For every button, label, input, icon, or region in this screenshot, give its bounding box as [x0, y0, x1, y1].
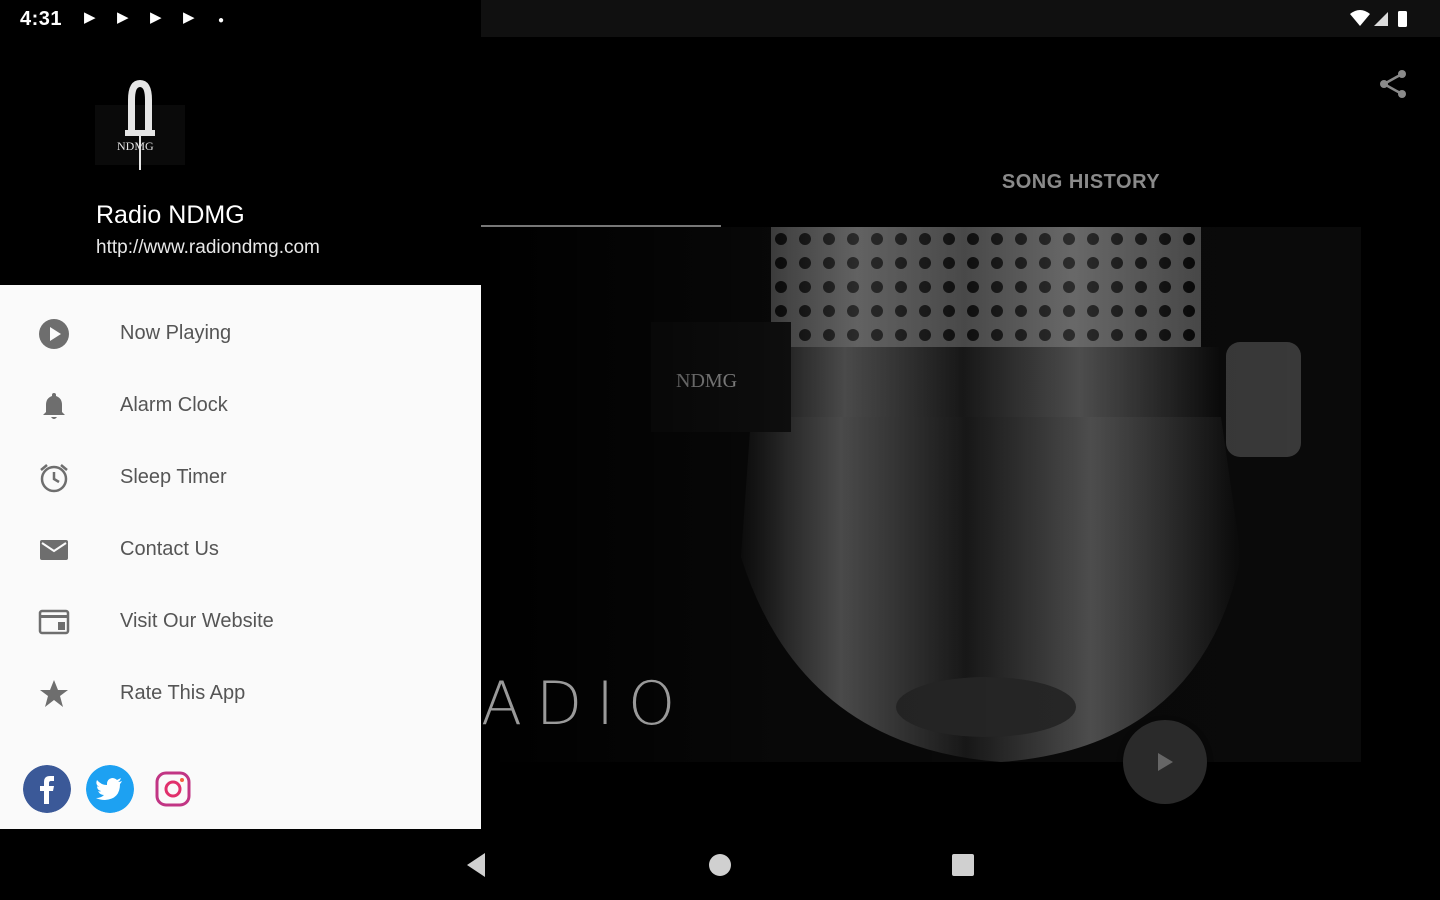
alarm-clock-icon	[40, 464, 68, 493]
play-notification-icon: ▶	[150, 9, 162, 26]
battery-icon	[1398, 11, 1407, 27]
bell-icon	[43, 393, 65, 419]
status-time: 4:31	[20, 8, 63, 30]
station-logo: NDMG	[95, 80, 185, 170]
recents-icon[interactable]	[950, 852, 976, 878]
browser-icon	[38, 609, 70, 635]
station-url[interactable]: http://www.radiondmg.com	[96, 237, 320, 259]
facebook-icon[interactable]	[23, 765, 71, 813]
drawer-header: NDMG Radio NDMG http://www.radiondmg.com	[0, 37, 481, 285]
status-bar: 4:31 ▶ ▶ ▶ ▶ ●	[0, 0, 1440, 37]
system-navigation-bar	[0, 829, 1440, 900]
back-icon[interactable]	[463, 851, 489, 879]
play-button[interactable]	[1123, 720, 1207, 804]
drawer-menu: Now Playing Alarm Clock Sleep Timer Cont…	[0, 285, 481, 829]
play-notification-icon: ▶	[183, 9, 195, 26]
system-status-icons	[1350, 10, 1407, 27]
menu-item-sleep-timer[interactable]: Sleep Timer	[0, 442, 481, 514]
station-name: Radio NDMG	[96, 201, 245, 229]
play-notification-icon: ▶	[117, 9, 129, 26]
play-icon	[1158, 753, 1173, 771]
play-notification-icon: ▶	[84, 9, 96, 26]
menu-item-contact-us[interactable]: Contact Us	[0, 514, 481, 586]
menu-item-label: Contact Us	[120, 538, 219, 560]
menu-item-label: Sleep Timer	[120, 466, 227, 488]
menu-item-label: Alarm Clock	[120, 394, 228, 416]
play-circle-icon	[39, 319, 69, 349]
now-playing-screen: SONG HISTORY ADIO	[481, 37, 1440, 832]
menu-item-alarm-clock[interactable]: Alarm Clock	[0, 370, 481, 442]
menu-item-label: Now Playing	[120, 322, 232, 344]
more-notifications-dot-icon: ●	[218, 15, 225, 26]
menu-item-label: Rate This App	[120, 682, 246, 704]
tab-song-history[interactable]: SONG HISTORY	[971, 171, 1191, 194]
status-bar-scrim	[481, 0, 1440, 37]
artwork-caption: ADIO	[481, 669, 690, 739]
wifi-icon	[1350, 10, 1370, 26]
instagram-icon[interactable]	[149, 765, 197, 813]
twitter-icon[interactable]	[86, 765, 134, 813]
logo-text: NDMG	[117, 139, 154, 153]
home-icon[interactable]	[707, 852, 733, 878]
cell-signal-icon	[1374, 12, 1388, 26]
menu-item-rate-app[interactable]: Rate This App	[0, 658, 481, 730]
navigation-drawer: NDMG Radio NDMG http://www.radiondmg.com…	[0, 37, 481, 829]
star-icon	[40, 680, 68, 707]
menu-item-visit-website[interactable]: Visit Our Website	[0, 586, 481, 658]
share-icon[interactable]	[1376, 67, 1410, 101]
menu-item-now-playing[interactable]: Now Playing	[0, 298, 481, 370]
mail-icon	[40, 540, 68, 560]
menu-item-label: Visit Our Website	[120, 610, 274, 632]
